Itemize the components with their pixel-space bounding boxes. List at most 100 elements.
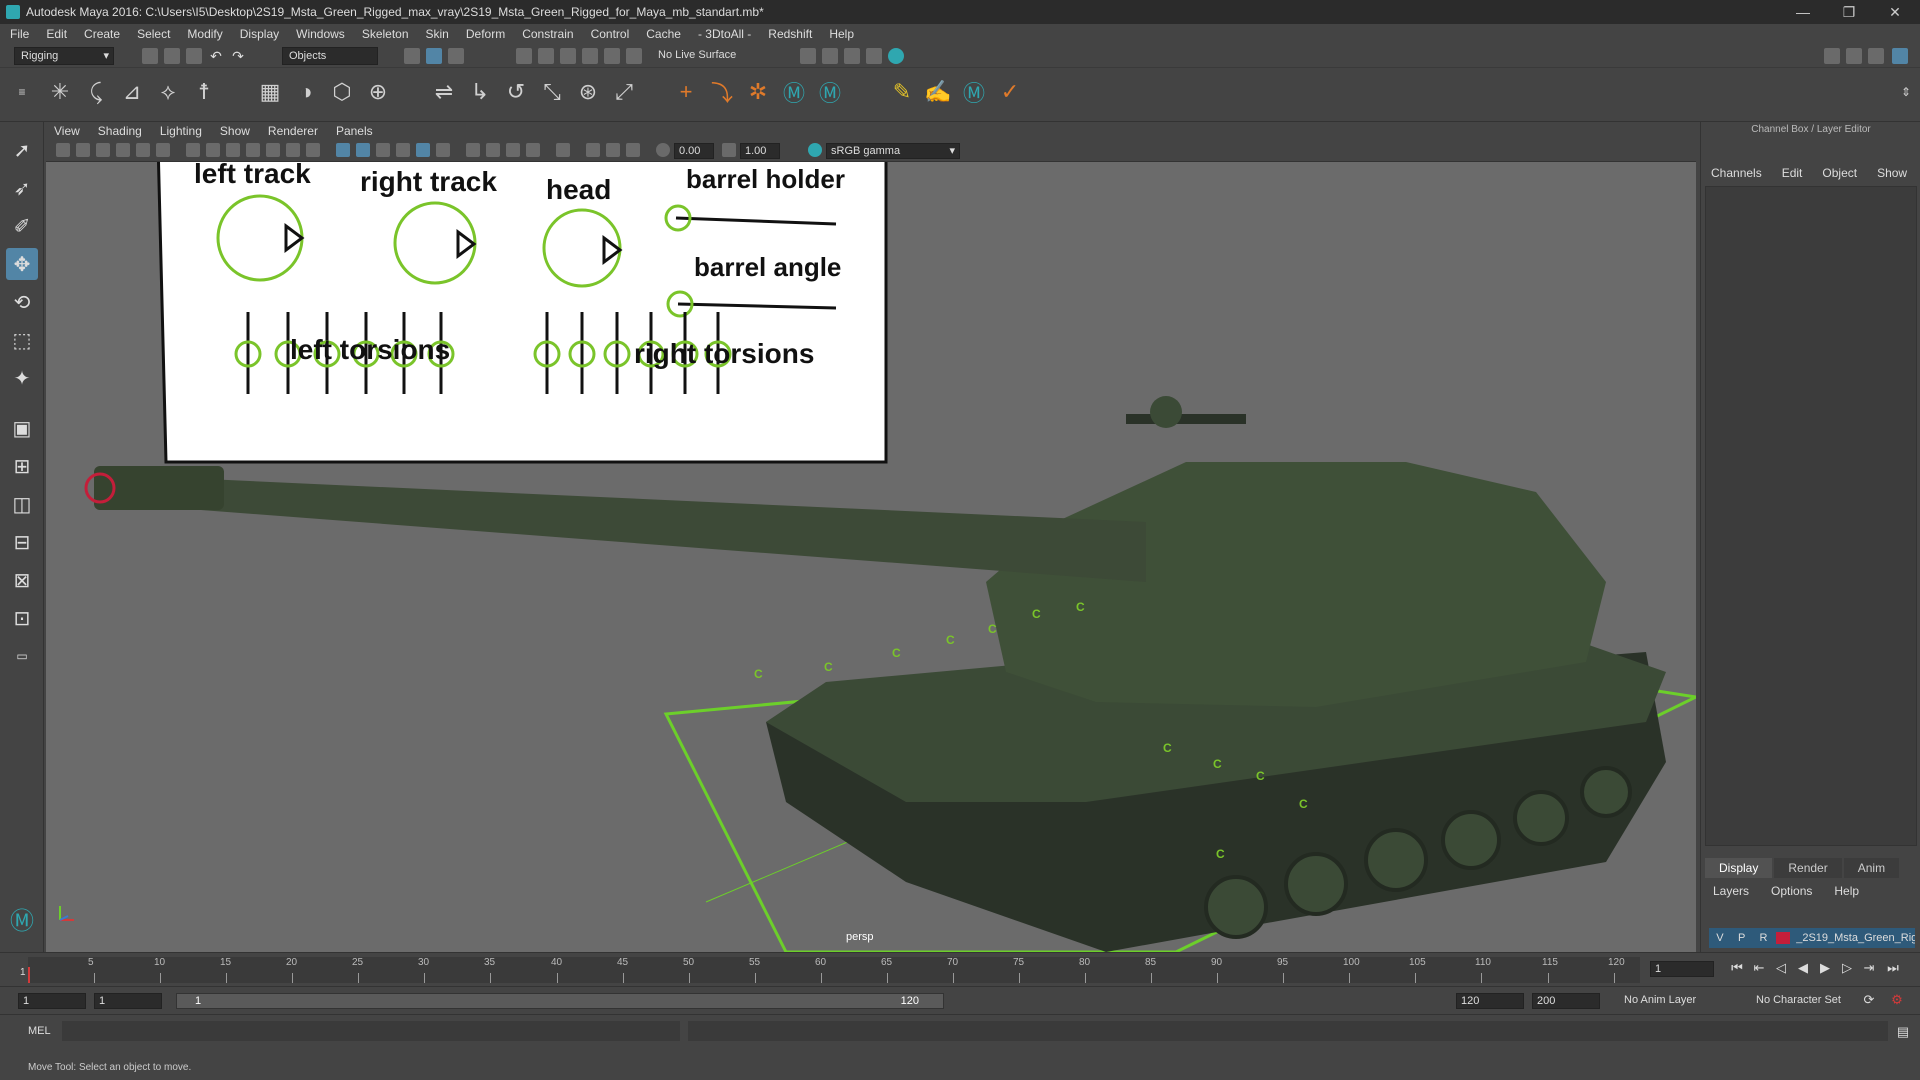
viewport-menu-lighting[interactable]: Lighting <box>160 124 202 138</box>
menu-cache[interactable]: Cache <box>646 27 681 41</box>
wheel-c-control[interactable]: C <box>988 622 997 636</box>
select-tool-icon[interactable]: ➚ <box>6 134 38 166</box>
resolution-gate-icon[interactable] <box>226 143 240 157</box>
animation-end-field[interactable]: 200 <box>1532 993 1600 1009</box>
camera-attributes-icon[interactable] <box>76 143 90 157</box>
wheel-c-control[interactable]: C <box>1076 600 1085 614</box>
snap-point-icon[interactable] <box>560 48 576 64</box>
menu-select[interactable]: Select <box>137 27 170 41</box>
undo-icon[interactable]: ↶ <box>208 48 224 64</box>
aim-constraint-icon[interactable]: ⊛ <box>574 78 602 106</box>
mash-icon[interactable]: Ⓜ <box>780 78 808 106</box>
layer-playback-toggle[interactable]: P <box>1731 932 1753 944</box>
playback-start-field[interactable]: 1 <box>94 993 162 1009</box>
wheel-c-control[interactable]: C <box>946 633 955 647</box>
range-bar[interactable]: 1 120 <box>176 993 944 1009</box>
current-time-indicator[interactable] <box>28 967 30 983</box>
time-ruler[interactable]: 5 10 15 20 25 30 35 40 45 50 55 60 65 70 75 80 85 90 95 100… <box>28 957 1640 983</box>
command-input[interactable] <box>62 1021 680 1041</box>
menu-skin[interactable]: Skin <box>426 27 449 41</box>
wheel-c-control[interactable]: C <box>892 646 901 660</box>
wheel-c-control[interactable]: C <box>1163 741 1172 755</box>
menu-file[interactable]: File <box>10 27 29 41</box>
play-backwards-icon[interactable]: ◀ <box>1796 961 1810 975</box>
viewport-menu-renderer[interactable]: Renderer <box>268 124 318 138</box>
xray-components-icon[interactable] <box>626 143 640 157</box>
mode-dropdown[interactable]: Rigging ▾ <box>14 47 114 65</box>
use-all-lights-icon[interactable] <box>416 143 430 157</box>
ipr-render-icon[interactable] <box>844 48 860 64</box>
paint-effects-icon[interactable]: ✎ <box>888 78 916 106</box>
parent-constraint-icon[interactable]: ⇌ <box>430 78 458 106</box>
shelf-scroll-icon[interactable]: ⇕ <box>1892 78 1920 106</box>
outliner-layout-icon[interactable]: ⊡ <box>6 602 38 634</box>
shelf-menu-icon[interactable]: ≡ <box>8 78 36 106</box>
color-management-icon[interactable] <box>808 143 822 157</box>
animation-start-field[interactable]: 1 <box>18 993 86 1009</box>
current-frame-field[interactable]: 1 <box>1650 961 1714 977</box>
wheel-c-control[interactable]: C <box>754 667 763 681</box>
step-back-key-icon[interactable]: ⇤ <box>1752 961 1766 975</box>
selection-mode-dropdown[interactable]: Objects <box>282 47 378 65</box>
mash-network-icon[interactable]: Ⓜ <box>816 78 844 106</box>
exposure-icon[interactable] <box>656 143 670 157</box>
point-constraint-icon[interactable]: ↳ <box>466 78 494 106</box>
scale-constraint-icon[interactable]: ⤡ <box>538 78 566 106</box>
xray-joints-icon[interactable] <box>606 143 620 157</box>
lattice-icon[interactable]: ⬡ <box>328 78 356 106</box>
2d-pan-zoom-icon[interactable] <box>136 143 150 157</box>
snap-view-plane-icon[interactable] <box>582 48 598 64</box>
textured-icon[interactable] <box>396 143 410 157</box>
layer-menu-options[interactable]: Options <box>1771 884 1812 898</box>
sculpt-icon[interactable]: ✍ <box>924 78 952 106</box>
wheel-c-control[interactable]: C <box>1256 769 1265 783</box>
menu-display[interactable]: Display <box>240 27 279 41</box>
wireframe-icon[interactable] <box>336 143 350 157</box>
tab-anim[interactable]: Anim <box>1843 858 1900 878</box>
insert-joint-icon[interactable]: ⟡ <box>154 78 182 106</box>
snap-curve-icon[interactable] <box>538 48 554 64</box>
auto-key-icon[interactable]: ⟳ <box>1862 993 1876 1007</box>
paint-weights-icon[interactable]: ◑ <box>292 78 320 106</box>
depth-of-field-icon[interactable] <box>526 143 540 157</box>
gate-mask-icon[interactable] <box>246 143 260 157</box>
expression-icon[interactable]: ✲ <box>744 78 772 106</box>
safe-title-icon[interactable] <box>306 143 320 157</box>
safe-action-icon[interactable] <box>286 143 300 157</box>
motion-blur-icon[interactable] <box>486 143 500 157</box>
play-forwards-icon[interactable]: ▶ <box>1818 961 1832 975</box>
channel-box-menu-object[interactable]: Object <box>1822 166 1857 180</box>
go-to-end-icon[interactable]: ⏭ <box>1886 961 1900 975</box>
bind-skin-icon[interactable]: ▦ <box>256 78 284 106</box>
paint-select-tool-icon[interactable]: ✐ <box>6 210 38 242</box>
tab-render[interactable]: Render <box>1774 858 1842 878</box>
go-to-start-icon[interactable]: ⏮ <box>1730 961 1744 975</box>
menu-windows[interactable]: Windows <box>296 27 345 41</box>
hypershade-layout-icon[interactable]: ⊠ <box>6 564 38 596</box>
ik-spline-icon[interactable]: ⊿ <box>118 78 146 106</box>
menu-create[interactable]: Create <box>84 27 120 41</box>
anti-aliasing-icon[interactable] <box>506 143 520 157</box>
bookmark-icon[interactable] <box>96 143 110 157</box>
redo-icon[interactable]: ↷ <box>230 48 246 64</box>
layer-reference-toggle[interactable]: R <box>1753 932 1775 944</box>
wheel-c-control[interactable]: C <box>1213 757 1222 771</box>
mel-label[interactable]: MEL <box>28 1025 51 1037</box>
orient-constraint-icon[interactable]: ↺ <box>502 78 530 106</box>
film-gate-icon[interactable] <box>206 143 220 157</box>
exposure-field[interactable]: 0.00 <box>674 143 714 159</box>
minimize-button[interactable]: — <box>1780 0 1826 24</box>
menu-edit[interactable]: Edit <box>46 27 67 41</box>
live-surface-label[interactable]: No Live Surface <box>658 49 736 61</box>
menu-3dtoall[interactable]: - 3DtoAll - <box>698 27 751 41</box>
snap-vertex-icon[interactable] <box>626 48 642 64</box>
four-view-layout-icon[interactable]: ⊞ <box>6 450 38 482</box>
anim-layer-dropdown[interactable]: No Anim Layer <box>1624 994 1696 1006</box>
more-layouts-icon[interactable]: ▭ <box>6 640 38 672</box>
menu-modify[interactable]: Modify <box>187 27 222 41</box>
character-set-dropdown[interactable]: No Character Set <box>1756 994 1841 1006</box>
gamma-field[interactable]: 1.00 <box>740 143 780 159</box>
layer-menu-help[interactable]: Help <box>1834 884 1859 898</box>
modeling-toolkit-icon[interactable] <box>1824 48 1840 64</box>
wheel-c-control[interactable]: C <box>1299 797 1308 811</box>
